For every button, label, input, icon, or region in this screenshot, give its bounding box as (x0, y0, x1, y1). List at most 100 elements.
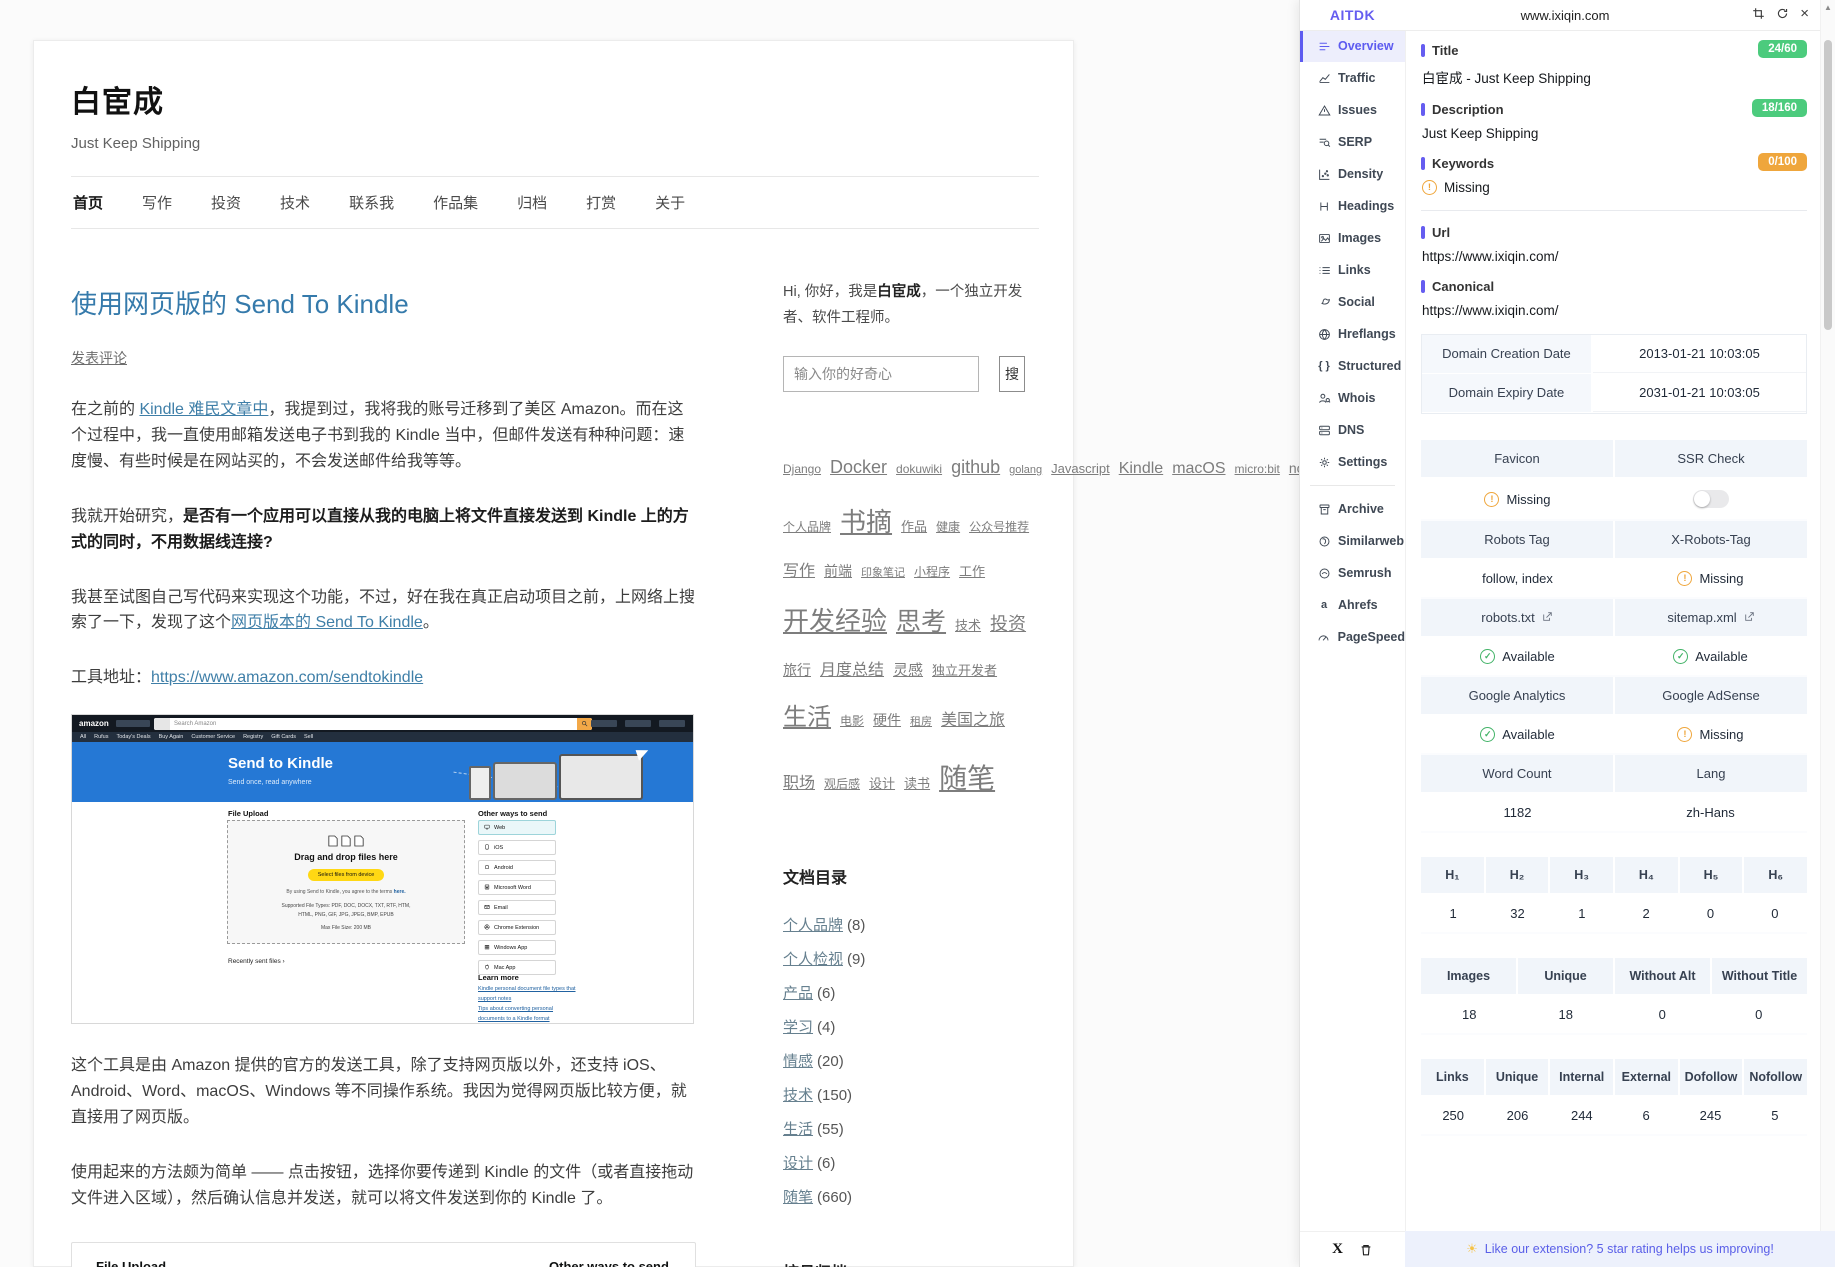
url-value[interactable]: https://www.ixiqin.com/ (1422, 249, 1807, 264)
trash-icon[interactable] (1359, 1243, 1373, 1257)
tag-link[interactable]: 小程序 (914, 565, 950, 579)
tag-link[interactable]: Kindle (1119, 460, 1163, 477)
toc-link[interactable]: 情感 (783, 1053, 813, 1070)
x-twitter-icon[interactable]: X (1332, 1241, 1343, 1258)
search-input[interactable] (783, 356, 979, 392)
extension-nav-item[interactable]: Archive (1300, 493, 1405, 525)
extension-nav-item[interactable]: { }Structured (1300, 350, 1405, 382)
comment-link[interactable]: 发表评论 (71, 348, 127, 368)
blog-nav-item[interactable]: 投资 (211, 192, 241, 213)
tag-link[interactable]: micro:bit (1235, 462, 1280, 476)
extension-nav-item[interactable]: Semrush (1300, 557, 1405, 589)
rating-prompt[interactable]: Like our extension? 5 star rating helps … (1485, 1242, 1774, 1256)
tag-link[interactable]: 硬件 (873, 712, 901, 728)
blog-nav-item[interactable]: 关于 (655, 192, 685, 213)
tag-link[interactable]: 投资 (990, 614, 1026, 634)
tag-link[interactable]: macOS (1172, 460, 1225, 477)
search-button[interactable]: 搜 (999, 356, 1025, 392)
extension-nav-item[interactable]: Density (1300, 158, 1405, 190)
web-send-to-kindle-link[interactable]: 网页版本的 Send To Kindle (231, 614, 423, 631)
tag-link[interactable]: 思考 (896, 608, 946, 636)
extension-nav: OverviewTrafficIssuesSERPDensityHeadings… (1300, 30, 1406, 1231)
file-icon (328, 835, 338, 847)
article-title[interactable]: 使用网页版的 Send To Kindle (71, 284, 696, 321)
tag-link[interactable]: 健康 (936, 520, 960, 534)
extension-nav-item[interactable]: Social (1300, 286, 1405, 318)
toc-link[interactable]: 生活 (783, 1121, 813, 1138)
links-col-label: Unique (1486, 1059, 1549, 1095)
tag-link[interactable]: 读书 (904, 776, 930, 791)
images-col-value: 18 (1518, 996, 1615, 1033)
tag-link[interactable]: 租房 (910, 716, 932, 728)
tag-link[interactable]: 印象笔记 (861, 567, 905, 579)
extension-nav-item[interactable]: Settings (1300, 446, 1405, 478)
tag-link[interactable]: 个人品牌 (783, 520, 831, 534)
extension-scrollbar[interactable]: ▲ ▼ (1820, 0, 1835, 1267)
toc-link[interactable]: 学习 (783, 1019, 813, 1036)
tag-link[interactable]: 职场 (783, 775, 815, 792)
tag-link[interactable]: 前端 (824, 563, 852, 579)
tag-link[interactable]: golang (1009, 464, 1042, 476)
tag-link[interactable]: 技术 (955, 618, 981, 633)
tag-link[interactable]: 书摘 (840, 507, 892, 537)
blog-nav-item[interactable]: 作品集 (433, 192, 478, 213)
toc-link[interactable]: 随笔 (783, 1189, 813, 1206)
amazon-nav-item: Customer Service (191, 734, 235, 740)
blog-nav-item[interactable]: 技术 (280, 192, 310, 213)
extension-nav-item[interactable]: PageSpeed (1300, 621, 1405, 653)
toc-link[interactable]: 产品 (783, 985, 813, 1002)
scroll-up-arrow[interactable]: ▲ (1821, 3, 1835, 12)
tag-link[interactable]: Django (783, 462, 821, 476)
tool-url-link[interactable]: https://www.amazon.com/sendtokindle (151, 669, 423, 686)
refresh-icon[interactable] (1776, 7, 1789, 20)
kindle-refugee-link[interactable]: Kindle 难民文章中 (139, 401, 268, 418)
extension-nav-item[interactable]: Links (1300, 254, 1405, 286)
tag-link[interactable]: github (951, 457, 1000, 477)
blog-nav-item[interactable]: 打赏 (586, 192, 616, 213)
extension-nav-item[interactable]: Headings (1300, 190, 1405, 222)
tag-link[interactable]: 随笔 (939, 763, 995, 794)
tag-link[interactable]: Javascript (1051, 461, 1110, 476)
tag-link[interactable]: 旅行 (783, 662, 811, 678)
tag-link[interactable]: 开发经验 (783, 606, 887, 636)
domain-expiry-value: 2031-01-21 10:03:05 (1593, 374, 1806, 412)
extension-nav-item[interactable]: Issues (1300, 94, 1405, 126)
ssr-toggle[interactable] (1693, 490, 1729, 508)
tag-link[interactable]: 观后感 (824, 777, 860, 791)
blog-nav-item[interactable]: 写作 (142, 192, 172, 213)
tag-link[interactable]: Docker (830, 457, 887, 477)
extension-nav-item[interactable]: Similarweb (1300, 525, 1405, 557)
tag-link[interactable]: 电影 (840, 714, 864, 728)
toc-link[interactable]: 设计 (783, 1155, 813, 1172)
extension-nav-item[interactable]: SERP (1300, 126, 1405, 158)
tag-link[interactable]: dokuwiki (896, 462, 942, 476)
toc-link[interactable]: 个人品牌 (783, 917, 843, 934)
canonical-value[interactable]: https://www.ixiqin.com/ (1422, 303, 1807, 318)
close-icon[interactable]: × (1800, 7, 1809, 20)
tag-link[interactable]: 灵感 (893, 662, 923, 679)
blog-nav-item[interactable]: 联系我 (349, 192, 394, 213)
tag-link[interactable]: 写作 (783, 563, 815, 580)
toc-link[interactable]: 技术 (783, 1087, 813, 1104)
extension-nav-item[interactable]: Traffic (1300, 62, 1405, 94)
blog-nav-item[interactable]: 首页 (73, 192, 103, 213)
scrollbar-thumb[interactable] (1824, 40, 1832, 330)
extension-nav-item[interactable]: Hreflangs (1300, 318, 1405, 350)
tag-link[interactable]: 作品 (901, 519, 927, 534)
section-bar (1421, 157, 1425, 170)
tag-link[interactable]: 美国之旅 (941, 712, 1005, 729)
crop-icon[interactable] (1752, 7, 1765, 20)
extension-nav-item[interactable]: aAhrefs (1300, 589, 1405, 621)
extension-nav-item[interactable]: Overview (1300, 30, 1405, 62)
extension-nav-item[interactable]: Images (1300, 222, 1405, 254)
tag-link[interactable]: 月度总结 (820, 662, 884, 679)
tag-link[interactable]: 生活 (783, 704, 831, 731)
tag-link[interactable]: 设计 (869, 776, 895, 791)
toc-link[interactable]: 个人检视 (783, 951, 843, 968)
tag-link[interactable]: 工作 (959, 564, 985, 579)
tag-link[interactable]: 独立开发者 (932, 663, 997, 678)
extension-nav-item[interactable]: Whois (1300, 382, 1405, 414)
extension-nav-item[interactable]: DNS (1300, 414, 1405, 446)
blog-nav-item[interactable]: 归档 (517, 192, 547, 213)
tag-link[interactable]: 公众号推荐 (969, 520, 1029, 534)
